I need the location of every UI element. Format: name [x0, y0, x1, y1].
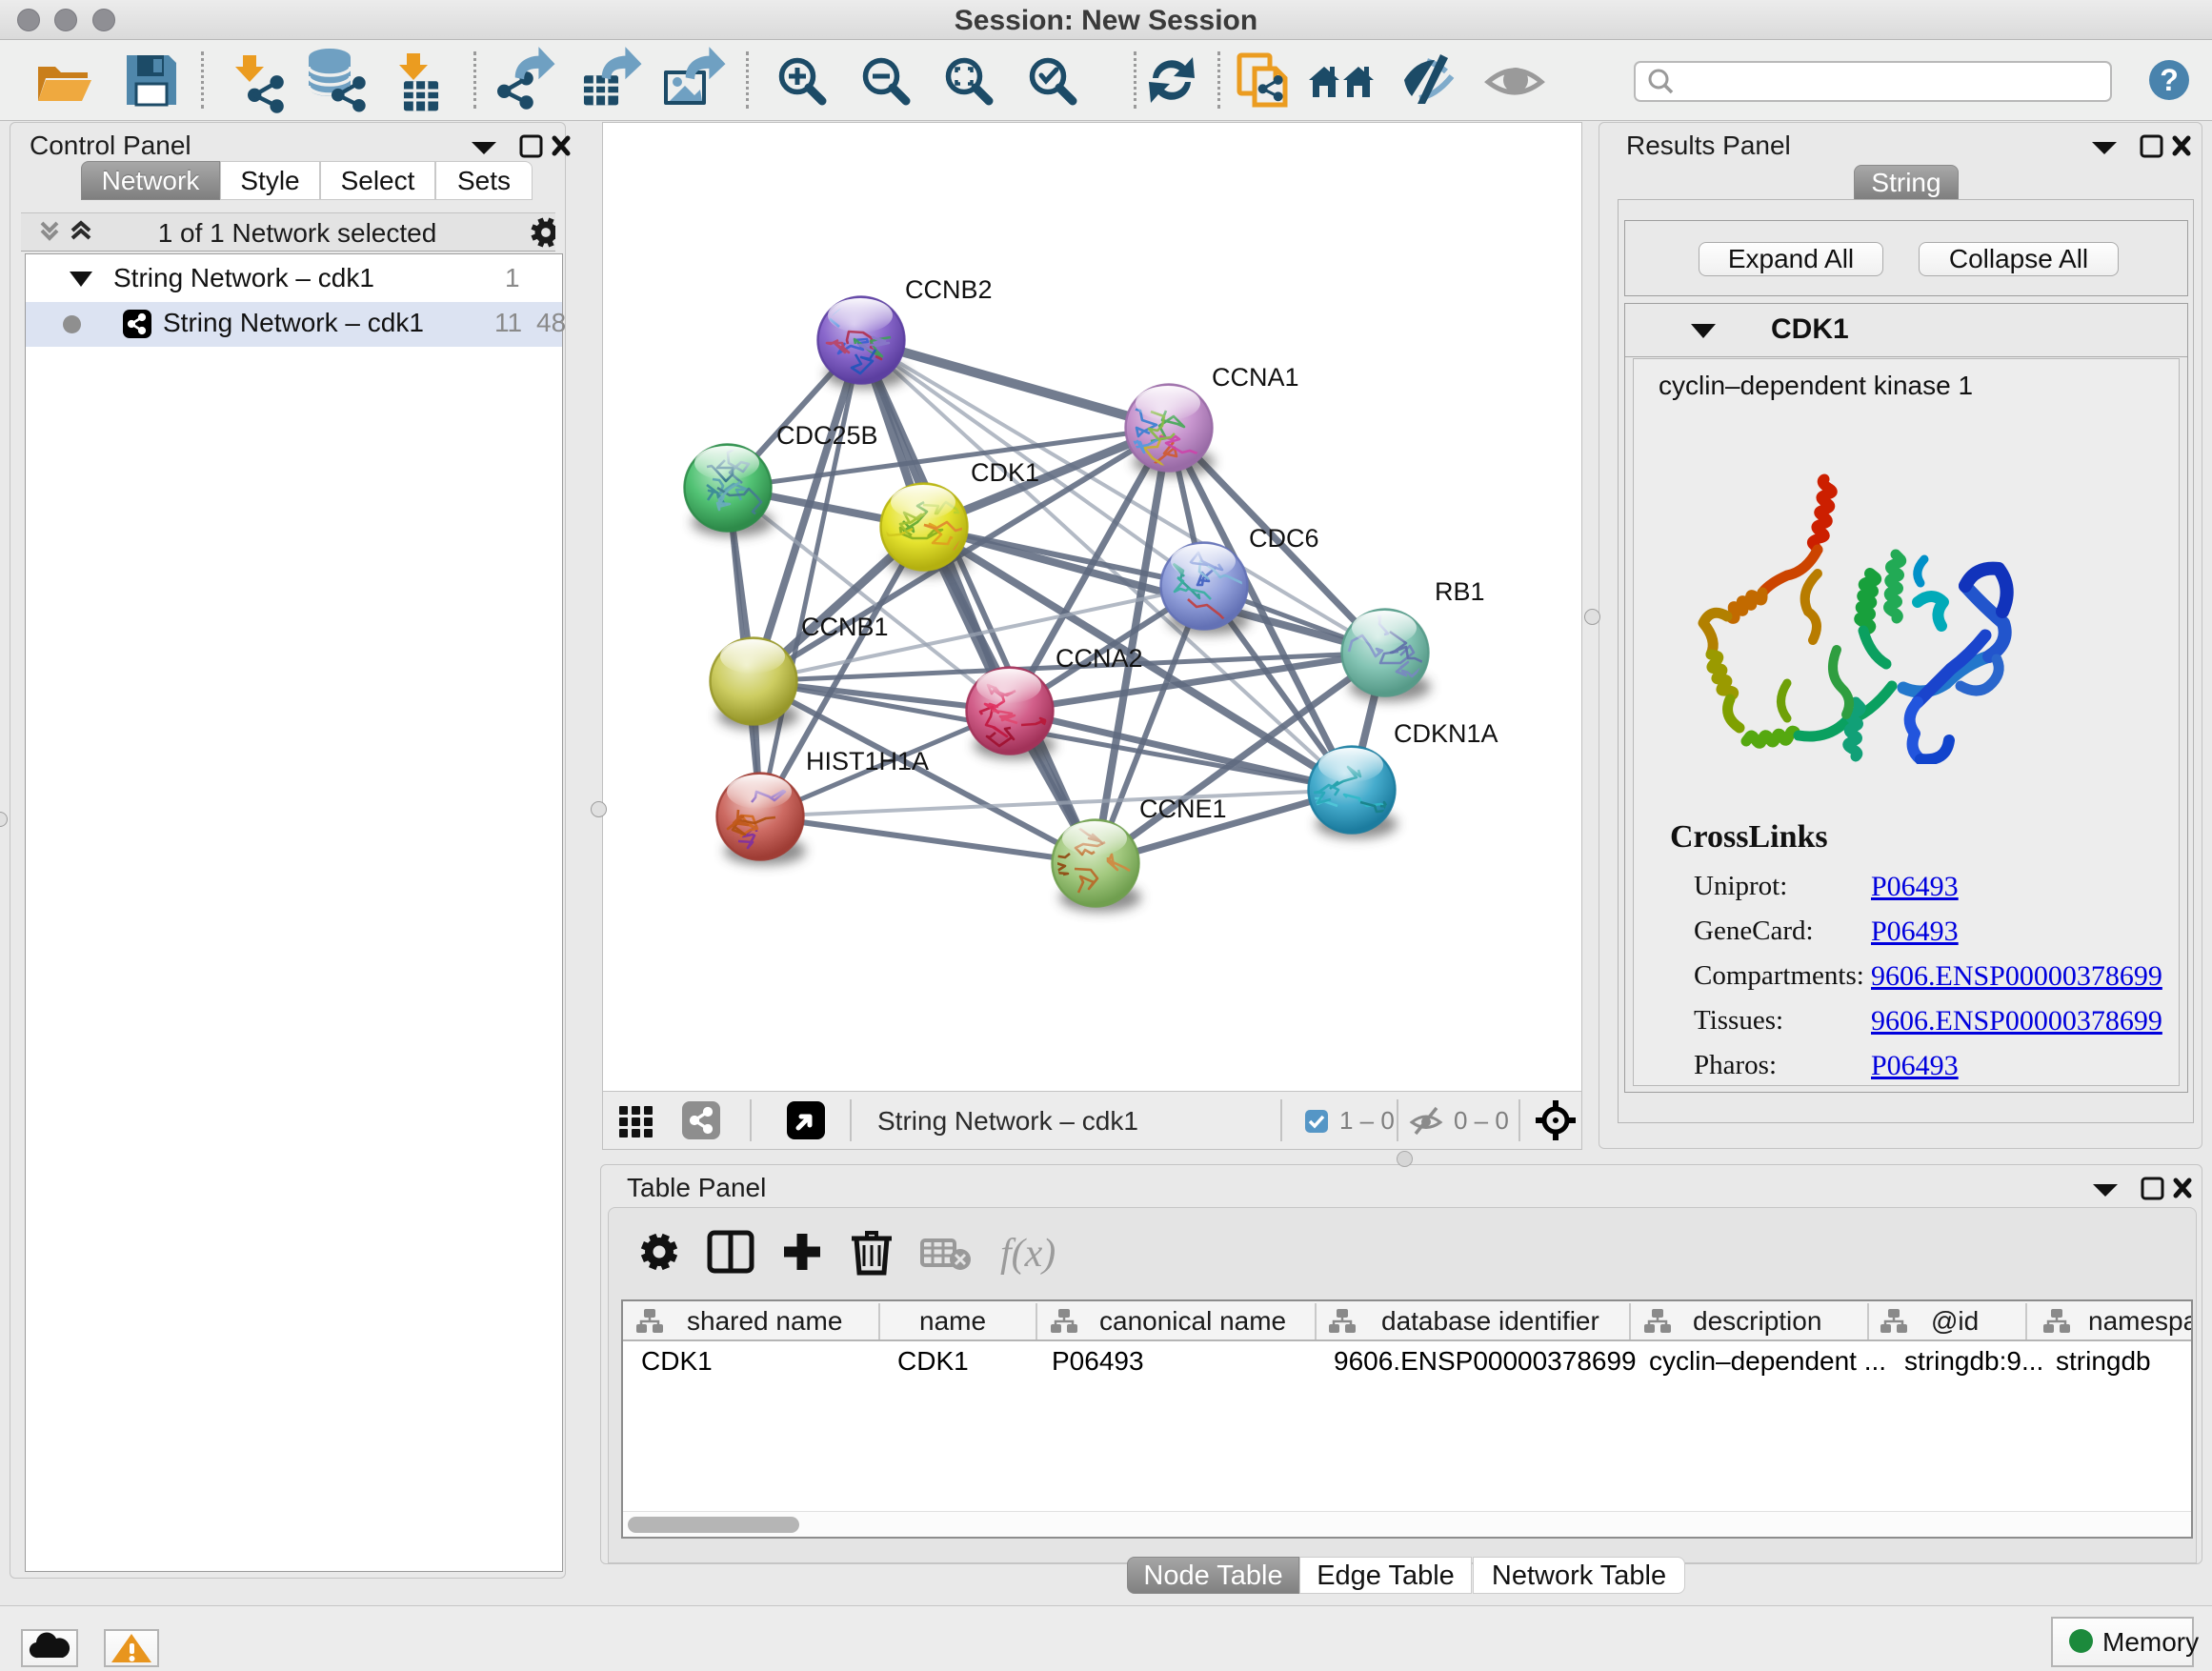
svg-text:CDK1: CDK1: [971, 458, 1039, 487]
svg-text:CCNB1: CCNB1: [801, 613, 889, 641]
svg-text:?: ?: [2160, 63, 2179, 97]
svg-text:String Network – cdk1: String Network – cdk1: [877, 1106, 1138, 1136]
svg-text:f(x): f(x): [1000, 1232, 1056, 1276]
svg-text:CCNA2: CCNA2: [1056, 644, 1143, 673]
svg-text:0 – 0: 0 – 0: [1454, 1106, 1509, 1135]
svg-text:CCNB2: CCNB2: [905, 275, 993, 304]
svg-text:1 of 1 Network selected: 1 of 1 Network selected: [158, 218, 437, 248]
svg-text:CDKN1A: CDKN1A: [1394, 719, 1498, 748]
svg-text:1 – 0: 1 – 0: [1339, 1106, 1395, 1135]
svg-text:CDC6: CDC6: [1249, 524, 1319, 553]
svg-text:RB1: RB1: [1435, 577, 1485, 606]
svg-text:HIST1H1A: HIST1H1A: [806, 747, 929, 775]
svg-text:CCNA1: CCNA1: [1212, 363, 1299, 392]
svg-text:CDC25B: CDC25B: [776, 421, 878, 450]
svg-text:CCNE1: CCNE1: [1139, 795, 1227, 823]
